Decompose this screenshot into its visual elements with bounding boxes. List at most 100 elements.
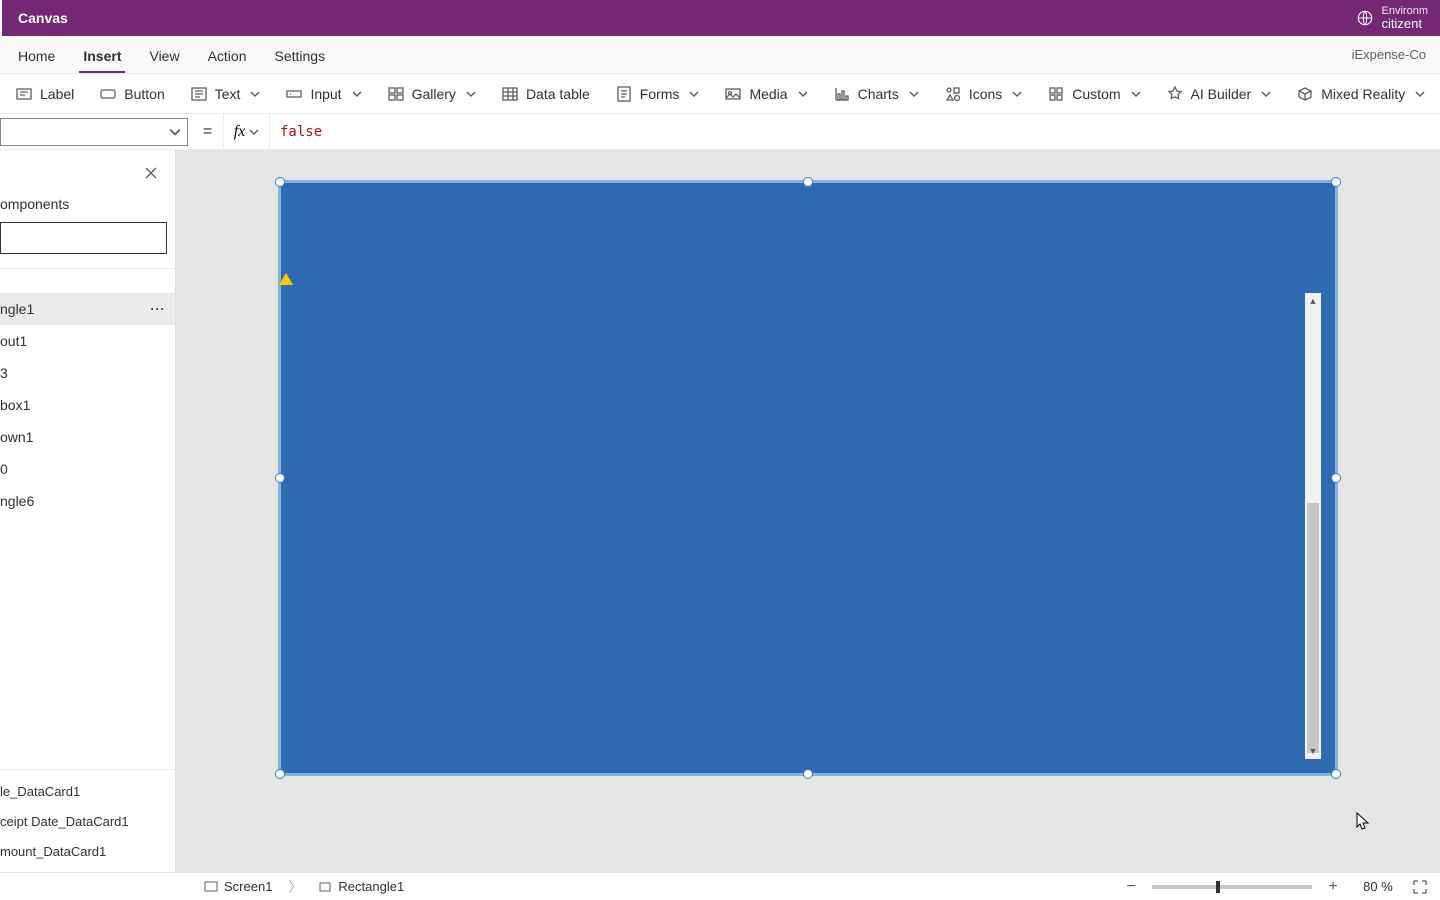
environment-label: Environm bbox=[1382, 5, 1428, 17]
tree-item[interactable]: box1 bbox=[0, 389, 175, 421]
fx-icon: fx bbox=[234, 123, 246, 141]
chevron-down-icon bbox=[169, 126, 181, 138]
insert-ribbon: Label Button Text Input Gallery Data tab… bbox=[0, 74, 1440, 114]
status-bar: Screen1 〉 Rectangle1 − + 80 % bbox=[0, 872, 1440, 900]
formula-input[interactable] bbox=[270, 114, 1440, 149]
chevron-down-icon bbox=[798, 89, 808, 99]
ribbon-label[interactable]: Label bbox=[10, 82, 80, 106]
breadcrumb-separator-icon: 〉 bbox=[288, 877, 302, 897]
fx-button[interactable]: fx bbox=[224, 114, 270, 149]
scroll-down-icon[interactable]: ▼ bbox=[1305, 743, 1321, 759]
close-icon[interactable] bbox=[145, 167, 157, 179]
warning-icon[interactable] bbox=[279, 273, 293, 285]
canvas-workspace[interactable]: ▲ ▼ bbox=[176, 150, 1440, 872]
icons-icon bbox=[945, 86, 961, 102]
ribbon-text[interactable]: Text bbox=[185, 82, 267, 106]
ribbon-ai-builder[interactable]: AI Builder bbox=[1161, 82, 1278, 106]
tree-item[interactable]: own1 bbox=[0, 421, 175, 453]
ribbon-mixed-reality[interactable]: Mixed Reality bbox=[1291, 82, 1431, 106]
zoom-out-button[interactable]: − bbox=[1120, 878, 1142, 896]
environment-picker[interactable]: Environm citizent bbox=[1356, 5, 1428, 31]
menu-tabs: Home Insert View Action Settings iExpens… bbox=[0, 36, 1440, 74]
resize-handle[interactable] bbox=[803, 177, 813, 187]
tab-view[interactable]: View bbox=[135, 40, 193, 73]
screen-icon bbox=[204, 880, 218, 894]
chevron-down-icon bbox=[249, 127, 259, 137]
ribbon-gallery[interactable]: Gallery bbox=[382, 82, 482, 106]
fit-to-screen-button[interactable] bbox=[1412, 879, 1428, 895]
data-table-icon bbox=[502, 86, 518, 102]
rectangle-icon bbox=[318, 880, 332, 894]
tree-item[interactable]: 0 bbox=[0, 453, 175, 485]
tree-item[interactable]: ngle6 bbox=[0, 485, 175, 517]
mixed-reality-icon bbox=[1297, 86, 1313, 102]
tree-item[interactable]: 3 bbox=[0, 357, 175, 389]
chevron-down-icon bbox=[466, 89, 476, 99]
selected-rectangle[interactable]: ▲ ▼ bbox=[278, 180, 1338, 776]
inner-scrollbar[interactable]: ▲ ▼ bbox=[1305, 293, 1321, 759]
zoom-value: 80 % bbox=[1354, 879, 1402, 894]
input-icon bbox=[286, 86, 302, 102]
ribbon-input[interactable]: Input bbox=[280, 82, 367, 106]
tree-item[interactable]: mount_DataCard1 bbox=[0, 836, 175, 866]
tab-action[interactable]: Action bbox=[194, 40, 261, 73]
property-selector[interactable] bbox=[0, 118, 188, 146]
zoom-slider-knob[interactable] bbox=[1216, 881, 1220, 893]
tree-item[interactable]: out1 bbox=[0, 325, 175, 357]
more-icon[interactable]: ··· bbox=[149, 302, 167, 316]
resize-handle[interactable] bbox=[1331, 769, 1341, 779]
resize-handle[interactable] bbox=[803, 769, 813, 779]
expand-icon bbox=[1412, 879, 1428, 895]
chevron-down-icon bbox=[1012, 89, 1022, 99]
chevron-down-icon bbox=[1131, 89, 1141, 99]
ribbon-icons[interactable]: Icons bbox=[939, 82, 1028, 106]
button-icon bbox=[100, 86, 116, 102]
forms-icon bbox=[616, 86, 632, 102]
zoom-slider[interactable] bbox=[1152, 885, 1312, 889]
breadcrumb-rectangle[interactable]: Rectangle1 bbox=[312, 879, 410, 894]
resize-handle[interactable] bbox=[275, 769, 285, 779]
components-tab-label[interactable]: omponents bbox=[0, 196, 175, 222]
label-icon bbox=[16, 86, 32, 102]
chevron-down-icon bbox=[689, 89, 699, 99]
tree-items: ngle1 ··· out1 3 box1 own1 0 ngle6 bbox=[0, 293, 175, 769]
scroll-thumb[interactable] bbox=[1307, 503, 1319, 753]
chevron-down-icon bbox=[1415, 89, 1425, 99]
ribbon-data-table[interactable]: Data table bbox=[496, 82, 596, 106]
resize-handle[interactable] bbox=[1331, 177, 1341, 187]
media-icon bbox=[725, 86, 741, 102]
environment-value: citizent bbox=[1382, 17, 1422, 31]
app-title: Canvas bbox=[18, 10, 68, 26]
tab-insert[interactable]: Insert bbox=[69, 40, 135, 73]
tree-item[interactable]: ngle1 ··· bbox=[0, 293, 175, 325]
ribbon-custom[interactable]: Custom bbox=[1042, 82, 1146, 106]
zoom-in-button[interactable]: + bbox=[1322, 878, 1344, 896]
tree-item[interactable]: ceipt Date_DataCard1 bbox=[0, 806, 175, 836]
gallery-icon bbox=[388, 86, 404, 102]
resize-handle[interactable] bbox=[275, 177, 285, 187]
chevron-down-icon bbox=[250, 89, 260, 99]
custom-icon bbox=[1048, 86, 1064, 102]
ribbon-button[interactable]: Button bbox=[94, 82, 170, 106]
ribbon-charts[interactable]: Charts bbox=[828, 82, 925, 106]
scroll-up-icon[interactable]: ▲ bbox=[1305, 293, 1321, 309]
tree-search-input[interactable] bbox=[0, 222, 167, 254]
equals-sign: = bbox=[192, 114, 224, 149]
resize-handle[interactable] bbox=[275, 473, 285, 483]
tab-home[interactable]: Home bbox=[4, 40, 69, 73]
tree-view-panel: omponents ngle1 ··· out1 3 box1 own1 0 n… bbox=[0, 150, 176, 872]
chevron-down-icon bbox=[352, 89, 362, 99]
ribbon-forms[interactable]: Forms bbox=[610, 82, 706, 106]
breadcrumb-screen[interactable]: Screen1 bbox=[198, 879, 278, 894]
resize-handle[interactable] bbox=[1331, 473, 1341, 483]
charts-icon bbox=[834, 86, 850, 102]
mouse-cursor-icon bbox=[1356, 812, 1370, 832]
text-icon bbox=[191, 86, 207, 102]
chevron-down-icon bbox=[909, 89, 919, 99]
tab-settings[interactable]: Settings bbox=[261, 40, 340, 73]
ribbon-media[interactable]: Media bbox=[719, 82, 813, 106]
environment-icon bbox=[1356, 9, 1374, 27]
ai-builder-icon bbox=[1167, 86, 1183, 102]
tree-item[interactable]: le_DataCard1 bbox=[0, 776, 175, 806]
chevron-down-icon bbox=[1261, 89, 1271, 99]
